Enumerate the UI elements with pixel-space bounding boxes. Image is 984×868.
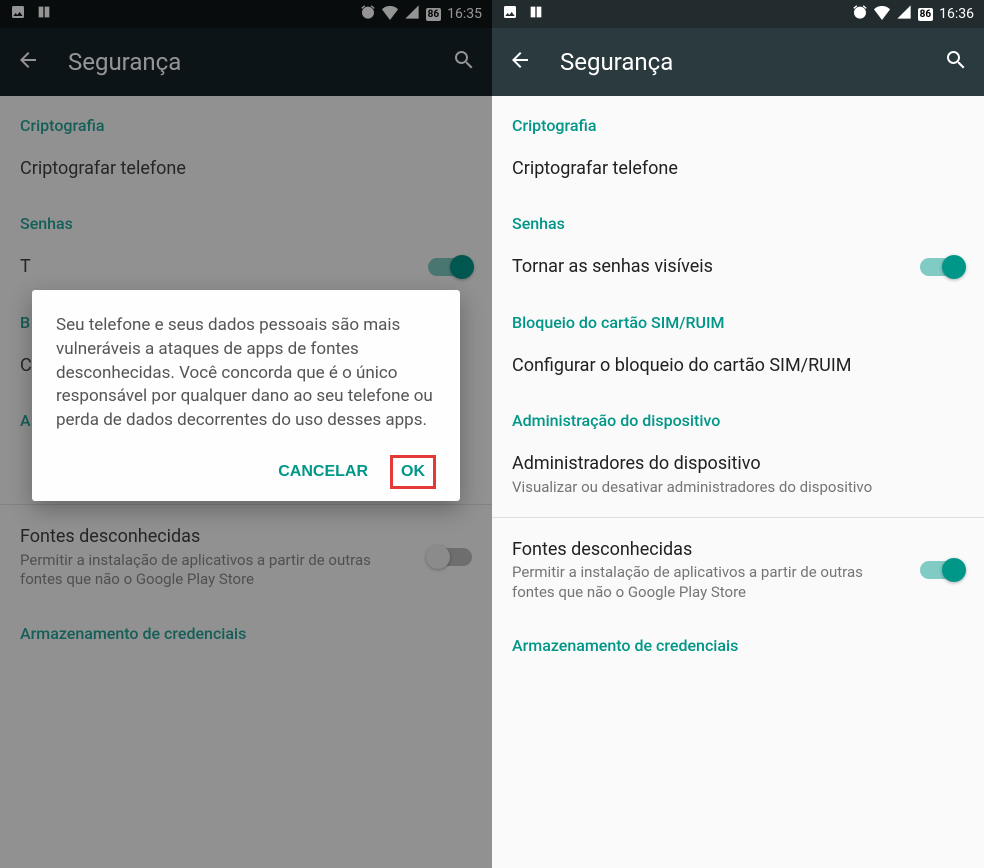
toggle-password[interactable] — [920, 258, 964, 276]
status-time: 16:36 — [939, 6, 974, 22]
item-unknown-sources[interactable]: Fontes desconhecidas Permitir a instalaç… — [492, 524, 984, 616]
alarm-icon — [852, 4, 868, 24]
dialog-message: Seu telefone e seus dados pessoais são m… — [56, 314, 436, 433]
item-crypto[interactable]: Criptografar telefone — [492, 143, 984, 194]
wifi-icon — [874, 4, 890, 24]
battery-icon: 86 — [918, 8, 933, 21]
item-device-admins[interactable]: Administradores do dispositivo Visualiza… — [492, 438, 984, 511]
phone-left: 86 16:35 Segurança Criptografia Criptogr… — [0, 0, 492, 868]
section-passwords: Senhas — [492, 194, 984, 241]
item-password-visible[interactable]: Tornar as senhas visíveis — [492, 241, 984, 292]
ok-button[interactable]: OK — [390, 455, 436, 489]
phone-right: 86 16:36 Segurança Criptografia Criptogr… — [492, 0, 984, 868]
action-bar: Segurança — [492, 28, 984, 96]
search-icon[interactable] — [944, 48, 968, 76]
section-admin: Administração do dispositivo — [492, 391, 984, 438]
settings-content: Criptografia Criptografar telefone Senha… — [492, 96, 984, 868]
toggle-unknown-sources[interactable] — [920, 561, 964, 579]
page-title: Segurança — [560, 48, 944, 76]
section-crypto: Criptografia — [492, 96, 984, 143]
section-credentials: Armazenamento de credenciais — [492, 616, 984, 663]
divider — [492, 517, 984, 518]
cancel-button[interactable]: CANCELAR — [268, 455, 378, 489]
status-bar: 86 16:36 — [492, 0, 984, 28]
book-icon — [528, 4, 544, 24]
signal-icon — [896, 4, 912, 24]
image-icon — [502, 4, 518, 24]
back-arrow-icon[interactable] — [508, 48, 532, 76]
confirm-dialog: Seu telefone e seus dados pessoais são m… — [32, 290, 460, 501]
section-sim: Bloqueio do cartão SIM/RUIM — [492, 293, 984, 340]
item-sim-lock[interactable]: Configurar o bloqueio do cartão SIM/RUIM — [492, 340, 984, 391]
